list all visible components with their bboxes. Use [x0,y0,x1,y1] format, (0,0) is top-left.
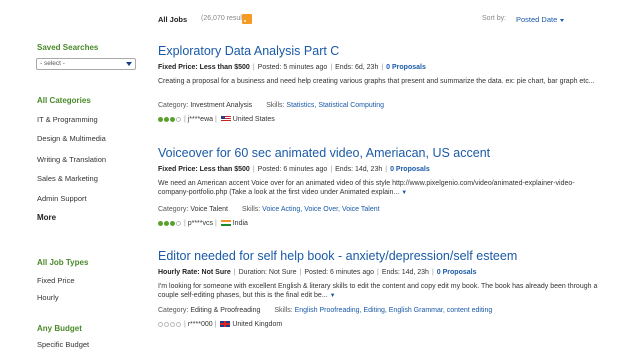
client-info: | j****ewa | United States [158,116,275,123]
any-budget-link[interactable]: Any Budget [37,324,82,333]
client-info: | r****000 | United Kingdom [158,321,282,328]
client-country: United Kingdom [232,321,283,328]
job-type-hourly[interactable]: Hourly [37,293,59,302]
expand-description-icon[interactable]: ▼ [401,190,407,196]
job-category[interactable]: Investment Analysis [190,102,252,109]
job-type: Fixed Price: Less than $500 [158,64,250,71]
rating-dot [158,116,163,122]
rating-dot [164,321,169,327]
job-title-link[interactable]: Exploratory Data Analysis Part C [158,44,339,58]
client-name: r****000 [187,321,213,328]
sort-value: Posted Date [516,15,558,24]
job-description: We need an American accent Voice over fo… [158,179,598,198]
rss-icon[interactable] [242,14,252,24]
category-label: Category: [158,206,189,213]
rating-dot [170,116,175,122]
client-info: | p****vcs | India [158,220,248,227]
category-label: Category: [158,307,189,314]
client-name: j****ewa [187,116,214,123]
job-type: Fixed Price: Less than $500 [158,166,250,173]
category-item-writing-translation[interactable]: Writing & Translation [37,155,106,164]
job-category-row: Category: Voice Talent Skills: Voice Acti… [158,206,380,213]
job-meta: Fixed Price: Less than $500 | Posted: 6 mi… [158,166,430,173]
page-title: All Jobs [158,15,188,24]
rating-dot [170,321,175,327]
client-country: India [232,220,248,227]
caret-down-icon [560,18,565,22]
job-description: Creating a proposal for a business and n… [158,77,598,86]
saved-search-select[interactable]: - select - [36,58,136,70]
rating-dot [176,116,181,122]
job-type: Hourly Rate: Not Sure [158,269,231,276]
proposals-link[interactable]: 0 Proposals [390,166,430,173]
job-list: All Jobs (26,070 results) Sort by: Poste… [158,0,610,345]
india-flag-icon [220,220,231,227]
job-category[interactable]: Editing & Proofreading [190,307,260,314]
job-meta: Fixed Price: Less than $500 | Posted: 5 mi… [158,64,426,71]
rating-dots [158,321,182,328]
job-description-text: We need an American accent Voice over fo… [158,180,575,196]
duration: Duration: Not Sure [238,269,297,276]
job-skills[interactable]: Voice Acting, Voice Over, Voice Talent [262,206,379,213]
saved-searches-heading: Saved Searches [37,43,99,52]
job-meta: Hourly Rate: Not Sure | Duration: Not Sure… [158,269,477,276]
rating-dot [176,321,181,327]
posted-time: Posted: 6 minutes ago [304,269,375,276]
client-name: p****vcs [187,220,214,227]
job-category-row: Category: Investment Analysis Skills: Sta… [158,102,384,109]
rating-dot [170,220,175,226]
job-category[interactable]: Voice Talent [190,206,228,213]
skills-label: Skills: [274,307,293,314]
rating-dot [158,220,163,226]
rating-dots [158,116,182,123]
rating-dot [164,220,169,226]
job-title-link[interactable]: Voiceover for 60 sec animated video, Ame… [158,146,490,160]
client-country: United States [232,116,275,123]
expand-description-icon[interactable]: ▼ [330,293,336,299]
posted-time: Posted: 6 minutes ago [257,166,328,173]
ends-time: Ends: 14d, 23h [381,269,429,276]
chevron-down-icon [126,62,132,66]
categories-more-link[interactable]: More [37,213,56,222]
all-categories-link[interactable]: All Categories [37,96,91,105]
job-description-text: Creating a proposal for a business and n… [158,78,595,85]
category-label: Category: [158,102,189,109]
us-flag-icon [220,116,231,123]
job-description-text: I'm looking for someone with excellent E… [158,283,598,299]
uk-flag-icon [220,321,231,328]
sidebar: Saved Searches - select - All Categories… [0,0,150,349]
posted-time: Posted: 5 minutes ago [257,64,328,71]
category-item-admin-support[interactable]: Admin Support [37,194,87,203]
rating-dot [164,116,169,122]
ends-time: Ends: 14d, 23h [335,166,383,173]
job-skills[interactable]: English Proofreading, Editing, English G… [295,307,493,314]
ends-time: Ends: 6d, 23h [335,64,379,71]
job-title-link[interactable]: Editor needed for self help book - anxie… [158,249,517,263]
job-skills[interactable]: Statistics, Statistical Computing [286,102,384,109]
rating-dot [176,220,181,226]
category-item-it-programming[interactable]: IT & Programming [37,115,98,124]
all-job-types-link[interactable]: All Job Types [37,258,88,267]
results-header: All Jobs (26,070 results) Sort by: Poste… [158,14,610,27]
proposals-link[interactable]: 0 Proposals [386,64,426,71]
rating-dots [158,220,182,227]
sort-dropdown[interactable]: Posted Date [516,15,565,24]
job-category-row: Category: Editing & Proofreading Skills: … [158,307,492,314]
category-item-sales-marketing[interactable]: Sales & Marketing [37,174,98,183]
saved-search-select-value: - select - [40,60,65,67]
job-description: I'm looking for someone with excellent E… [158,282,598,301]
skills-label: Skills: [241,206,261,213]
sort-label: Sort by: [482,15,507,22]
proposals-link[interactable]: 0 Proposals [437,269,477,276]
rating-dot [158,321,163,327]
skills-label: Skills: [266,102,285,109]
job-type-fixed-price[interactable]: Fixed Price [37,276,75,285]
category-item-design-multimedia[interactable]: Design & Multimedia [37,134,106,143]
